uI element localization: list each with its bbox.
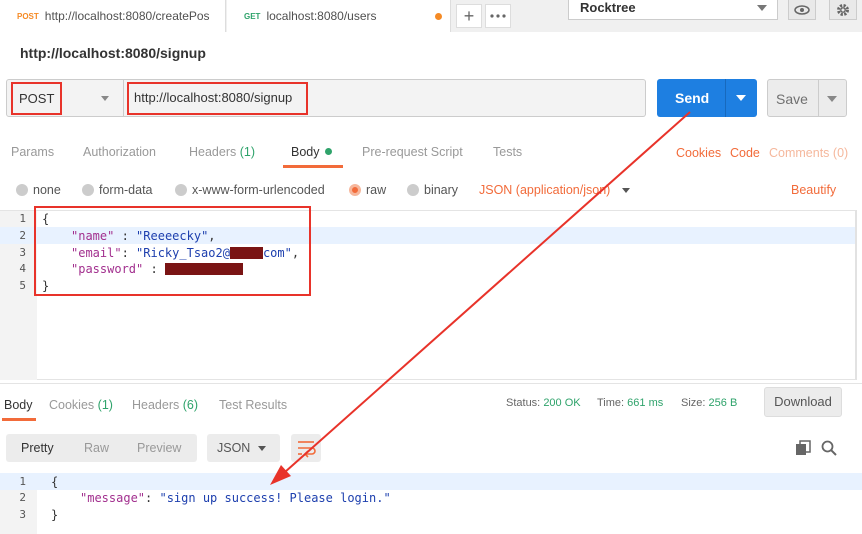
annotation-arrow [270,111,691,485]
